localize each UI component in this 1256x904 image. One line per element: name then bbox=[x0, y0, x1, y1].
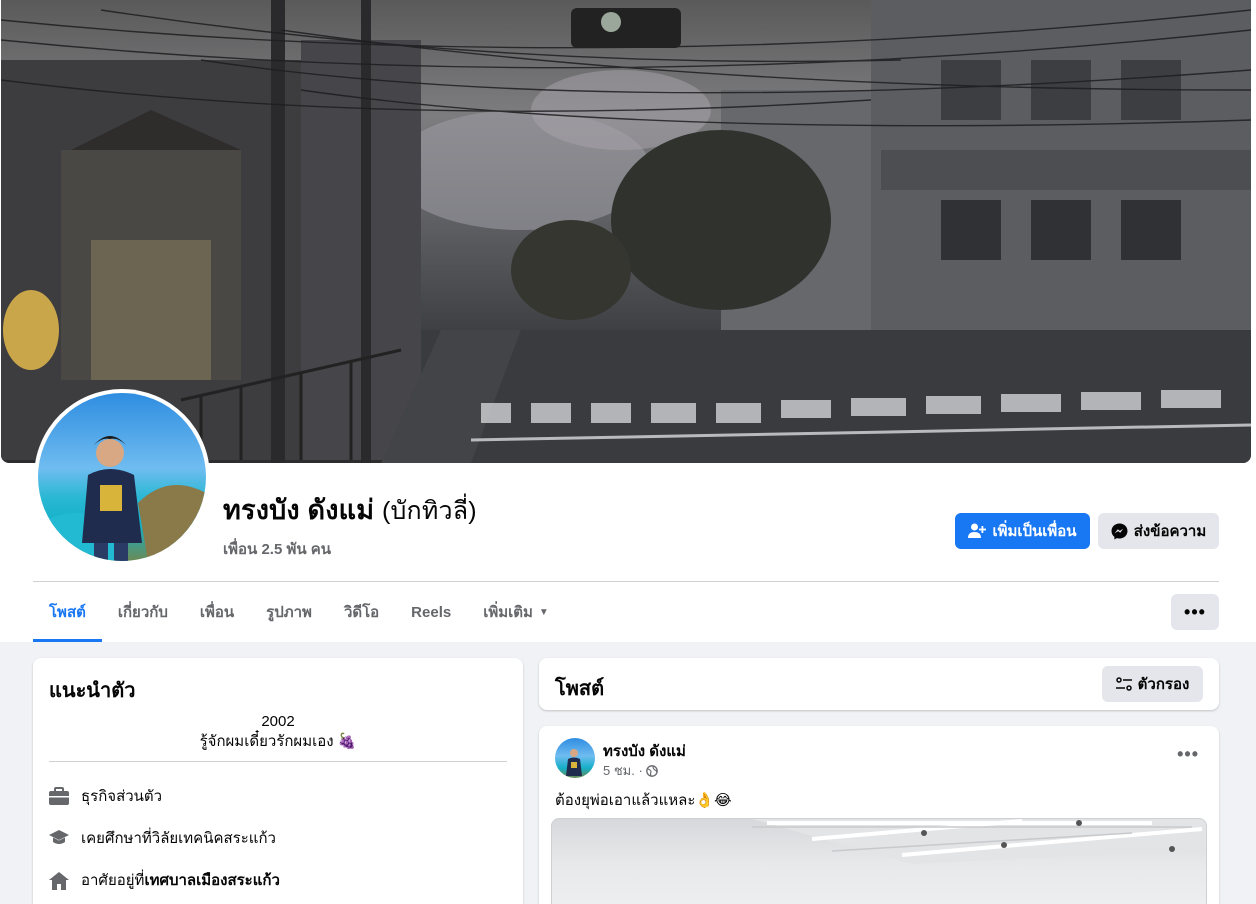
caret-down-icon: ▼ bbox=[538, 606, 549, 618]
tab-label: เพื่อน bbox=[199, 604, 235, 621]
more-dots-icon: ••• bbox=[1184, 601, 1206, 622]
tab-label: Reels bbox=[411, 603, 452, 621]
bio-line: 2002 bbox=[261, 713, 295, 730]
send-message-button[interactable]: ส่งข้อความ bbox=[1098, 513, 1219, 549]
filter-icon bbox=[1115, 677, 1132, 691]
send-message-label: ส่งข้อความ bbox=[1133, 523, 1207, 540]
intro-lives: อาศัยอยู่ที่ เทศบาลเมืองสระแก้ว bbox=[49, 868, 280, 892]
posts-title: โพสต์ bbox=[555, 678, 605, 700]
graduation-cap-icon bbox=[49, 828, 69, 848]
profile-name-text: ทรงบัง ดังแม่ bbox=[223, 495, 375, 525]
tab-label: เพิ่มเติม bbox=[483, 604, 533, 621]
profile-header: ทรงบัง ดังแม่ (บักทิวลี่) เพื่อน 2.5 พัน… bbox=[0, 0, 1256, 642]
profile-picture bbox=[38, 393, 206, 561]
tab-label: วิดีโอ bbox=[343, 604, 380, 621]
tab-videos[interactable]: วิดีโอ bbox=[328, 582, 395, 642]
profile-alt-name: (บักทิวลี่) bbox=[381, 497, 477, 525]
filter-label: ตัวกรอง bbox=[1137, 676, 1190, 693]
add-friend-button[interactable]: เพิ่มเป็นเพื่อน bbox=[955, 513, 1090, 549]
intro-card: แนะนำตัว 2002 รู้จักผมเดี๋ยวรักผมเอง 🍇 ธ… bbox=[33, 658, 523, 904]
add-friend-label: เพิ่มเป็นเพื่อน bbox=[992, 523, 1077, 540]
tab-photos[interactable]: รูปภาพ bbox=[250, 582, 328, 642]
globe-icon bbox=[645, 764, 658, 777]
tab-label: รูปภาพ bbox=[266, 604, 312, 621]
education-link[interactable]: วิลัยเทคนิคสระแก้ว bbox=[152, 826, 276, 850]
bio-line: รู้จักผมเดี๋ยวรักผมเอง 🍇 bbox=[199, 733, 357, 750]
profile-photo-art bbox=[38, 436, 206, 561]
tab-about[interactable]: เกี่ยวกับ bbox=[102, 582, 184, 642]
profile-name: ทรงบัง ดังแม่ (บักทิวลี่) bbox=[223, 488, 477, 531]
profile-more-options-button[interactable]: ••• bbox=[1171, 594, 1219, 630]
intro-education: เคยศึกษาที่ วิลัยเทคนิคสระแก้ว bbox=[49, 826, 276, 850]
intro-work: ธุรกิจส่วนตัว bbox=[49, 784, 162, 808]
cover-street-scene bbox=[1, 0, 1251, 463]
post-text: ต้องยุพ่อเอาแล้วแหละ👌😂 bbox=[555, 792, 732, 809]
tab-friends[interactable]: เพื่อน bbox=[184, 582, 250, 642]
post-avatar-art bbox=[566, 749, 582, 776]
post-options-button[interactable]: ••• bbox=[1177, 744, 1199, 765]
bio: 2002 รู้จักผมเดี๋ยวรักผมเอง 🍇 bbox=[49, 712, 507, 752]
education-prefix: เคยศึกษาที่ bbox=[81, 830, 152, 847]
posts-header-card: โพสต์ ตัวกรอง bbox=[539, 658, 1219, 710]
tab-label: โพสต์ bbox=[49, 604, 86, 621]
tab-more[interactable]: เพิ่มเติม ▼ bbox=[467, 582, 565, 642]
tab-label: เกี่ยวกับ bbox=[117, 604, 168, 621]
post-meta: 5 ชม. · bbox=[603, 760, 658, 781]
lives-prefix: อาศัยอยู่ที่ bbox=[81, 872, 145, 889]
profile-name-block: ทรงบัง ดังแม่ (บักทิวลี่) เพื่อน 2.5 พัน… bbox=[223, 488, 477, 561]
home-icon bbox=[49, 870, 69, 890]
profile-picture-frame[interactable] bbox=[34, 389, 210, 565]
work-text: ธุรกิจส่วนตัว bbox=[81, 788, 163, 805]
tab-reels[interactable]: Reels bbox=[395, 582, 467, 642]
post-author-avatar[interactable] bbox=[555, 738, 595, 778]
add-friend-icon bbox=[968, 523, 987, 538]
filter-button[interactable]: ตัวกรอง bbox=[1102, 666, 1203, 702]
post-image[interactable] bbox=[551, 818, 1207, 904]
intro-title: แนะนำตัว bbox=[49, 680, 136, 702]
post-image-ceiling-art bbox=[752, 819, 1206, 864]
messenger-icon bbox=[1111, 523, 1128, 539]
lives-link[interactable]: เทศบาลเมืองสระแก้ว bbox=[144, 868, 279, 892]
friend-count[interactable]: เพื่อน 2.5 พัน คน bbox=[223, 537, 477, 561]
bio-divider bbox=[49, 761, 507, 762]
post-card: ทรงบัง ดังแม่ 5 ชม. · ••• ต้องยุพ่อเอาแล… bbox=[539, 726, 1219, 904]
post-timestamp[interactable]: 5 ชม. · bbox=[603, 760, 643, 781]
tab-posts[interactable]: โพสต์ bbox=[33, 582, 102, 642]
profile-tabs: โพสต์ เกี่ยวกับ เพื่อน รูปภาพ วิดีโอ Ree… bbox=[33, 582, 565, 642]
briefcase-icon bbox=[49, 786, 69, 806]
cover-photo[interactable] bbox=[1, 0, 1251, 463]
